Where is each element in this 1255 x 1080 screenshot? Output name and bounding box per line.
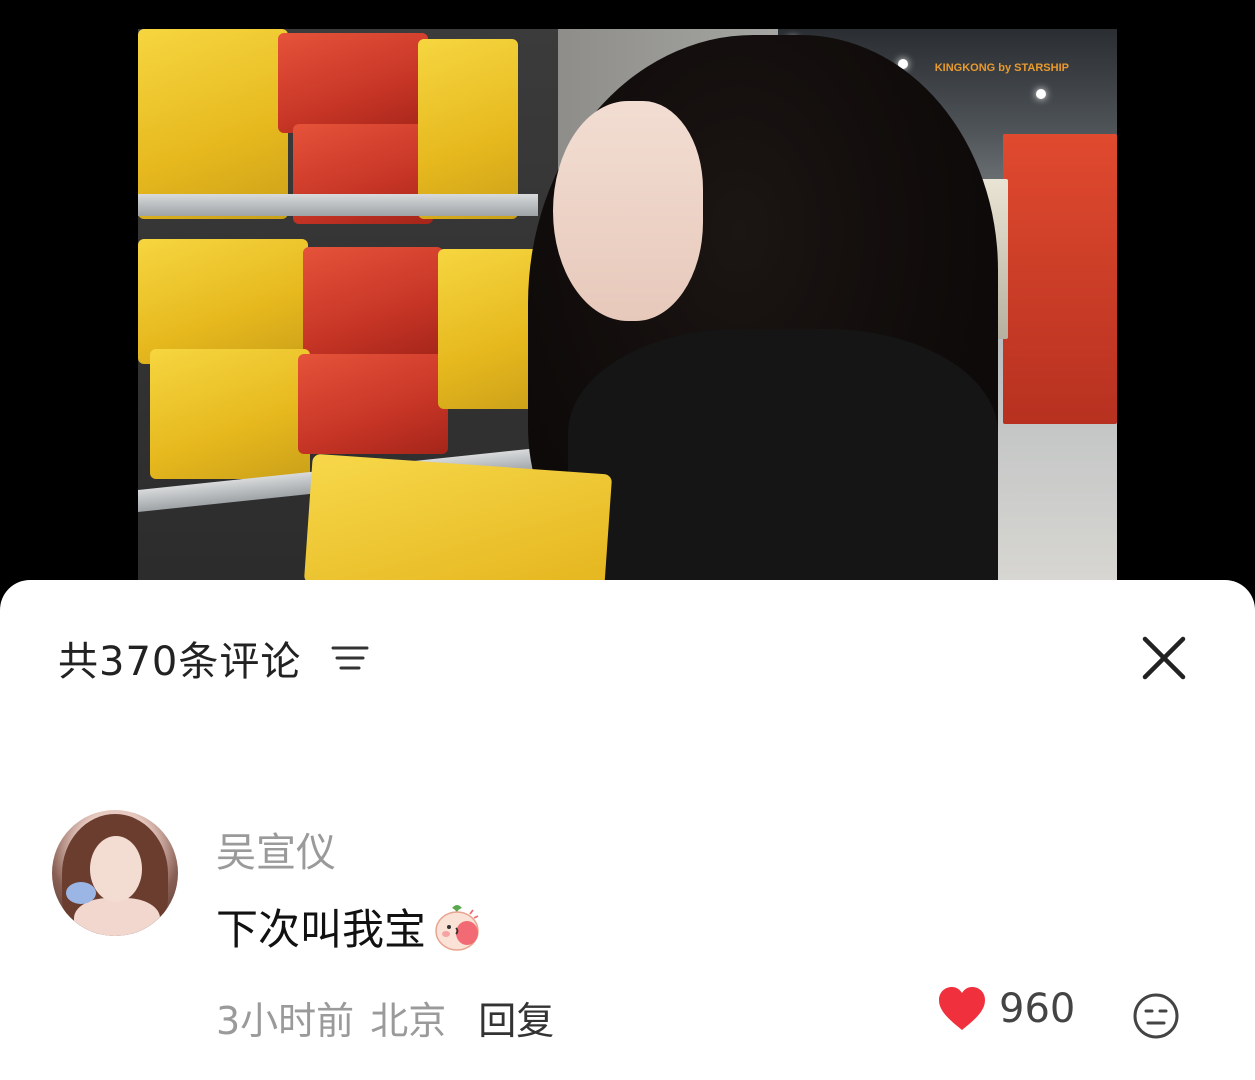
shelf-edge	[138, 194, 538, 216]
comments-header: 共370条评论	[58, 628, 371, 688]
comment-username[interactable]: 吴宣仪	[216, 820, 336, 878]
noodle-pack	[138, 239, 308, 364]
noodle-pack	[278, 33, 428, 133]
filter-lines-icon[interactable]	[331, 643, 371, 673]
video-watermark: KINGKONG by STARSHIP	[934, 62, 1069, 74]
comments-sheet: 共370条评论 吴宣仪 下次叫我宝 3小时前 北京 回复 960	[0, 580, 1255, 1080]
person-jacket	[568, 329, 998, 581]
neutral-face-icon[interactable]	[1132, 992, 1180, 1040]
comment-location: 北京	[370, 999, 447, 1043]
video-player[interactable]: KINGKONG by STARSHIP	[0, 0, 1255, 600]
noodle-pack	[150, 349, 310, 479]
noodle-pack	[298, 354, 448, 454]
comment-count-title: 共370条评论	[58, 639, 302, 685]
heart-icon[interactable]	[937, 986, 987, 1032]
person-face	[553, 101, 703, 321]
close-icon[interactable]	[1139, 633, 1189, 683]
store-shelf	[1003, 134, 1117, 424]
like-button[interactable]: 960	[937, 986, 1075, 1032]
noodle-pack	[418, 39, 518, 219]
peach-kiss-emoji	[430, 900, 484, 954]
comment-text: 下次叫我宝	[216, 896, 484, 957]
comment-body: 下次叫我宝	[216, 905, 427, 954]
reply-button[interactable]: 回复	[478, 990, 554, 1045]
comment-time: 3小时前	[216, 999, 355, 1043]
noodle-pack	[138, 29, 288, 219]
comment-item: 吴宣仪 下次叫我宝 3小时前 北京 回复 960	[52, 808, 1202, 1048]
comment-meta: 3小时前 北京 回复	[216, 990, 554, 1045]
video-frame[interactable]: KINGKONG by STARSHIP	[138, 29, 1117, 581]
held-noodle-pack	[303, 453, 613, 581]
like-count: 960	[999, 986, 1076, 1032]
noodle-pack	[303, 247, 443, 357]
avatar[interactable]	[52, 810, 178, 936]
